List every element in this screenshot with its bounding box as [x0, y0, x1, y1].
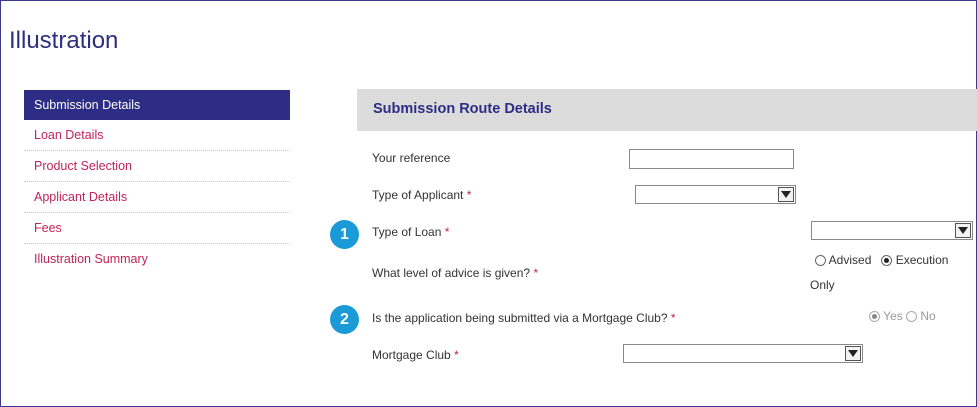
advice-level-wrap: Only — [810, 278, 835, 292]
illustration-panel: Illustration Submission Details Loan Det… — [0, 0, 977, 407]
your-reference-input[interactable] — [629, 149, 794, 169]
mortgage-club-submission-radio-group: Yes No — [869, 309, 936, 323]
type-of-applicant-label: Type of Applicant * — [372, 188, 471, 202]
advised-radio[interactable] — [815, 255, 826, 266]
advice-level-label-text: What level of advice is given? — [372, 266, 531, 280]
type-of-loan-label-text: Type of Loan — [372, 225, 442, 239]
sidebar-item-fees[interactable]: Fees — [24, 213, 290, 244]
execution-only-radio[interactable] — [881, 255, 893, 266]
mortgage-club-submission-label-text: Is the application being submitted via a… — [372, 311, 668, 325]
required-marker: * — [444, 225, 450, 239]
sidebar-nav: Submission Details Loan Details Product … — [24, 90, 290, 275]
type-of-loan-select[interactable] — [811, 221, 973, 240]
type-of-applicant-select[interactable] — [635, 185, 796, 204]
section-title: Submission Route Details — [373, 101, 552, 117]
execution-only-option-label-cont: Only — [810, 278, 835, 292]
execution-option-label: Execution — [895, 253, 949, 267]
callout-badge-2: 2 — [330, 305, 359, 334]
chevron-down-icon[interactable] — [845, 346, 861, 361]
no-option-label: No — [920, 309, 936, 323]
sidebar-item-product-selection[interactable]: Product Selection — [24, 151, 290, 182]
required-marker: * — [670, 311, 676, 325]
sidebar-item-submission-details[interactable]: Submission Details — [24, 90, 290, 120]
mortgage-club-label-text: Mortgage Club — [372, 348, 451, 362]
yes-radio[interactable] — [869, 311, 880, 322]
no-radio[interactable] — [906, 311, 918, 322]
required-marker: * — [466, 188, 472, 202]
mortgage-club-label: Mortgage Club * — [372, 348, 459, 362]
advice-level-label: What level of advice is given? * — [372, 266, 538, 280]
page-title: Illustration — [9, 27, 119, 54]
chevron-down-icon[interactable] — [778, 187, 794, 202]
yes-option-label: Yes — [883, 309, 903, 323]
sidebar-item-applicant-details[interactable]: Applicant Details — [24, 182, 290, 213]
callout-badge-1: 1 — [330, 220, 359, 249]
mortgage-club-submission-label: Is the application being submitted via a… — [372, 311, 676, 325]
required-marker: * — [533, 266, 539, 280]
mortgage-club-select[interactable] — [623, 344, 863, 363]
advised-option-label: Advised — [828, 253, 872, 267]
section-header: Submission Route Details — [357, 89, 977, 131]
advice-level-radio-group: Advised Execution — [815, 253, 948, 267]
your-reference-label: Your reference — [372, 151, 451, 165]
type-of-loan-label: Type of Loan * — [372, 225, 449, 239]
sidebar-item-loan-details[interactable]: Loan Details — [24, 120, 290, 151]
sidebar-item-illustration-summary[interactable]: Illustration Summary — [24, 244, 290, 275]
required-marker: * — [454, 348, 459, 362]
type-of-applicant-label-text: Type of Applicant — [372, 188, 464, 202]
chevron-down-icon[interactable] — [955, 223, 971, 238]
